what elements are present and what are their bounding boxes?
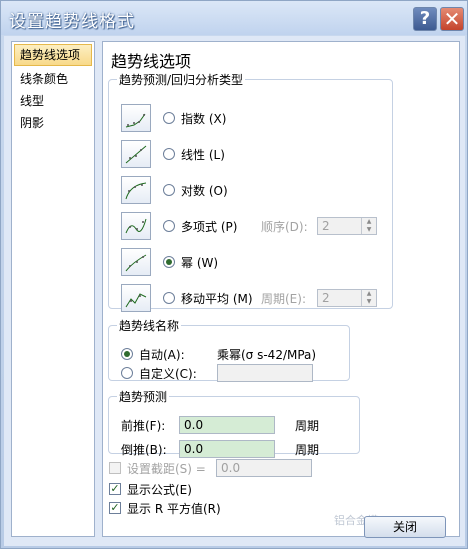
- backward-input[interactable]: 0.0: [179, 440, 275, 458]
- intercept-label: 设置截距(S) =: [127, 462, 206, 476]
- moving-average-option[interactable]: 移动平均 (M): [181, 290, 253, 307]
- close-button[interactable]: 关闭: [364, 516, 446, 538]
- forward-unit: 周期: [295, 419, 320, 433]
- custom-name-label[interactable]: 自定义(C):: [139, 365, 197, 382]
- trendline-name-legend: 趋势线名称: [119, 319, 180, 333]
- show-r-squared-label[interactable]: 显示 R 平方值(R): [127, 500, 221, 517]
- linear-option[interactable]: 线性 (L): [181, 146, 225, 163]
- help-button[interactable]: ?: [413, 7, 437, 31]
- show-r-squared-checkbox[interactable]: ✓: [109, 502, 121, 514]
- order-spinner[interactable]: 2 ▲ ▼: [317, 217, 377, 235]
- logarithmic-radio[interactable]: [163, 184, 175, 196]
- moving-average-trend-icon: [121, 284, 151, 312]
- sidebar-item-trendline-options[interactable]: 趋势线选项: [14, 44, 92, 66]
- spinner-arrows-icon[interactable]: ▲ ▼: [361, 218, 376, 234]
- polynomial-trend-icon: [121, 212, 151, 240]
- trendline-name-group: 趋势线名称 自动(A): 乘幂(σ s-42/MPa) 自定义(C):: [108, 317, 350, 382]
- intercept-checkbox[interactable]: [109, 462, 121, 474]
- trend-type-legend: 趋势预测/回归分析类型: [119, 73, 244, 87]
- show-equation-label[interactable]: 显示公式(E): [127, 481, 192, 498]
- dialog-title: 设置趋势线格式: [9, 12, 135, 32]
- logarithmic-trend-icon: [121, 176, 151, 204]
- linear-trend-icon: [121, 140, 151, 168]
- dialog-body: 趋势线选项 线条颜色 线型 阴影 趋势线选项 趋势预测/回归分析类型 指数 (X…: [4, 36, 465, 546]
- forecast-group: 趋势预测 前推(F): 0.0 周期 倒推(B): 0.0 周期: [108, 388, 360, 458]
- forecast-legend: 趋势预测: [119, 390, 168, 404]
- auto-name-value: 乘幂(σ s-42/MPa): [217, 348, 317, 362]
- spinner-arrows-icon[interactable]: ▲ ▼: [361, 290, 376, 306]
- polynomial-option[interactable]: 多项式 (P): [181, 218, 237, 235]
- title-bar[interactable]: 设置趋势线格式 ? ✕: [1, 1, 467, 35]
- panel-title: 趋势线选项: [111, 52, 192, 71]
- exponential-trend-icon: [121, 104, 151, 132]
- power-trend-icon: [121, 248, 151, 276]
- order-label: 顺序(D):: [261, 220, 308, 234]
- backward-label: 倒推(B):: [121, 443, 167, 457]
- exponential-option[interactable]: 指数 (X): [181, 110, 226, 127]
- sidebar-item-line-style[interactable]: 线型: [12, 90, 94, 112]
- show-equation-checkbox[interactable]: ✓: [109, 483, 121, 495]
- polynomial-radio[interactable]: [163, 220, 175, 232]
- trend-type-group: 趋势预测/回归分析类型 指数 (X) 线性 (L) 对数 (O) 多项式 (P)…: [108, 71, 393, 312]
- period-label: 周期(E):: [261, 292, 306, 306]
- logarithmic-option[interactable]: 对数 (O): [181, 182, 228, 199]
- close-window-button[interactable]: ✕: [440, 7, 464, 31]
- moving-average-radio[interactable]: [163, 292, 175, 304]
- sidebar-item-line-color[interactable]: 线条颜色: [12, 68, 94, 90]
- forward-label: 前推(F):: [121, 419, 166, 433]
- custom-name-radio[interactable]: [121, 367, 133, 379]
- power-radio[interactable]: [163, 256, 175, 268]
- sidebar-item-shadow[interactable]: 阴影: [12, 112, 94, 134]
- backward-unit: 周期: [295, 443, 320, 457]
- linear-radio[interactable]: [163, 148, 175, 160]
- category-sidebar: 趋势线选项 线条颜色 线型 阴影: [11, 41, 95, 537]
- forward-input[interactable]: 0.0: [179, 416, 275, 434]
- period-spinner[interactable]: 2 ▲ ▼: [317, 289, 377, 307]
- power-option[interactable]: 幂 (W): [181, 254, 218, 271]
- format-trendline-dialog: 设置趋势线格式 ? ✕ 趋势线选项 线条颜色 线型 阴影 趋势线选项 趋势预测/…: [0, 0, 468, 549]
- auto-name-label[interactable]: 自动(A):: [139, 346, 185, 363]
- auto-name-radio[interactable]: [121, 348, 133, 360]
- intercept-input[interactable]: 0.0: [216, 459, 312, 477]
- exponential-radio[interactable]: [163, 112, 175, 124]
- options-panel: 趋势线选项 趋势预测/回归分析类型 指数 (X) 线性 (L) 对数 (O) 多…: [102, 41, 460, 537]
- custom-name-field[interactable]: [217, 364, 313, 382]
